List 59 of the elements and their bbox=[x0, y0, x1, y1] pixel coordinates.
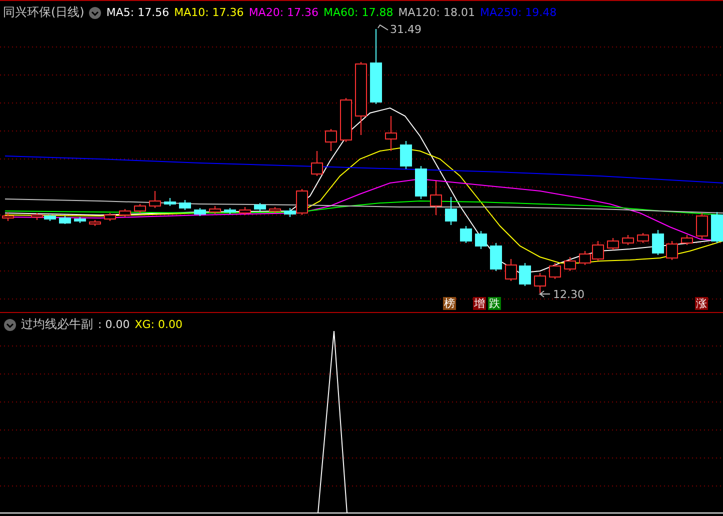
moving-average-value: MA120: 18.01 bbox=[398, 6, 475, 19]
candlestick bbox=[385, 116, 397, 152]
candlestick bbox=[415, 166, 427, 200]
candlestick bbox=[490, 242, 502, 272]
candlestick bbox=[311, 150, 323, 176]
moving-average-value: MA10: 17.36 bbox=[174, 6, 244, 19]
candlestick bbox=[325, 128, 337, 152]
candlestick bbox=[74, 216, 86, 224]
stock-title: 同兴环保(日线) bbox=[3, 4, 84, 21]
signal-badge: 榜 bbox=[443, 297, 456, 310]
candlestick bbox=[430, 180, 442, 216]
xg-value: XG: 0.00 bbox=[134, 318, 182, 331]
candlestick bbox=[164, 198, 176, 206]
candlestick bbox=[209, 206, 221, 214]
dropdown-icon[interactable] bbox=[89, 6, 102, 18]
candlestick bbox=[534, 272, 546, 294]
candlestick bbox=[269, 206, 281, 214]
candlestick bbox=[104, 212, 116, 222]
candlestick bbox=[637, 232, 649, 244]
candlestick bbox=[239, 206, 251, 216]
candlestick bbox=[445, 196, 457, 226]
candlestick bbox=[607, 238, 619, 250]
candlestick bbox=[59, 216, 71, 224]
indicator-value: : 0.00 bbox=[98, 318, 130, 331]
candlestick bbox=[696, 212, 708, 240]
candlestick bbox=[340, 98, 352, 142]
candlestick bbox=[400, 140, 412, 170]
candlestick bbox=[666, 240, 678, 260]
low-price-label: 12.30 bbox=[553, 288, 584, 301]
high-price-label: 31.49 bbox=[390, 23, 422, 36]
candlestick bbox=[134, 204, 146, 214]
candlestick bbox=[622, 234, 634, 246]
candlestick bbox=[179, 200, 191, 210]
candlestick bbox=[89, 220, 101, 226]
signal-badge: 跌 bbox=[488, 297, 501, 310]
candlestick bbox=[149, 190, 161, 208]
moving-average-value: MA250: 19.48 bbox=[480, 6, 557, 19]
signal-badge: 涨 bbox=[695, 297, 708, 310]
candlestick bbox=[592, 240, 604, 262]
moving-average-value: MA60: 17.88 bbox=[324, 6, 394, 19]
moving-average-value: MA5: 17.56 bbox=[106, 6, 170, 19]
dropdown-icon[interactable] bbox=[4, 318, 16, 330]
candlestick bbox=[549, 262, 561, 280]
signal-badge: 增 bbox=[473, 297, 486, 310]
candlestick bbox=[519, 262, 531, 286]
candlestick bbox=[194, 208, 206, 216]
candlestick bbox=[224, 208, 236, 214]
candlestick bbox=[475, 230, 487, 250]
candlestick bbox=[119, 208, 131, 218]
candlestick bbox=[564, 256, 576, 272]
moving-average-value: MA20: 17.36 bbox=[248, 6, 319, 19]
indicator-title: 过均线必牛副 bbox=[21, 316, 93, 333]
candlestick bbox=[681, 234, 693, 246]
candlestick bbox=[652, 230, 664, 256]
candlestick bbox=[460, 226, 472, 244]
candlestick bbox=[579, 250, 591, 266]
candlestick bbox=[711, 212, 723, 244]
candlestick bbox=[254, 202, 266, 212]
candlestick bbox=[505, 258, 517, 282]
